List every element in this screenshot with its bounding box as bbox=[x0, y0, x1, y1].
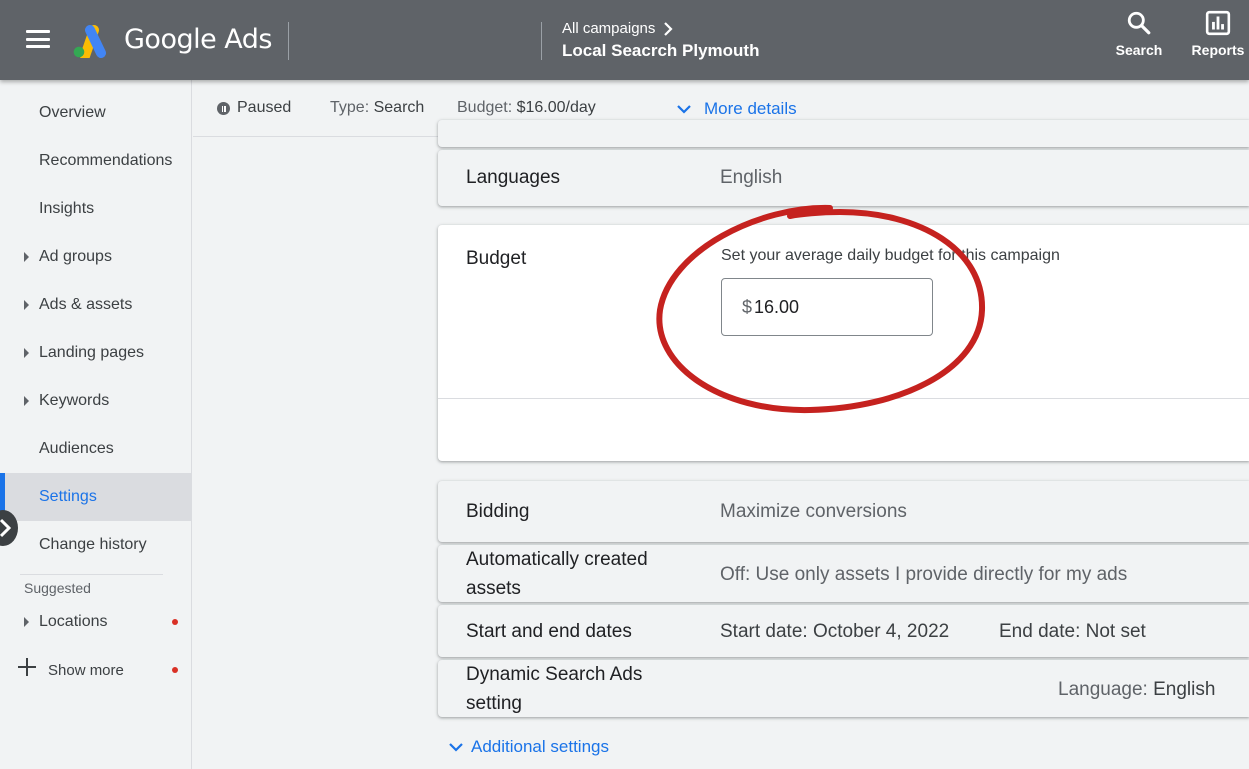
suggested-heading: Suggested bbox=[24, 580, 91, 596]
reports-button-label: Reports bbox=[1191, 42, 1245, 58]
chevron-right-icon bbox=[0, 518, 11, 538]
sidebar-item-insights[interactable]: Insights bbox=[0, 185, 192, 233]
caret-right-icon[interactable] bbox=[24, 300, 29, 310]
sidebar-divider bbox=[20, 574, 163, 575]
additional-settings-label: Additional settings bbox=[471, 737, 609, 756]
currency-symbol: $ bbox=[742, 296, 753, 317]
campaign-name[interactable]: Local Seacrch Plymouth bbox=[562, 41, 759, 61]
paused-icon bbox=[217, 102, 230, 115]
caret-right-icon[interactable] bbox=[24, 396, 29, 406]
auto-assets-title-line2: assets bbox=[466, 578, 521, 599]
sidebar-item-label: Recommendations bbox=[39, 152, 173, 169]
start-end-dates-setting[interactable]: Start and end dates Start date: October … bbox=[438, 605, 1249, 657]
more-details-label: More details bbox=[704, 99, 797, 118]
sidebar-item-recommendations[interactable]: Recommendations bbox=[0, 137, 192, 185]
sidebar-item-audiences[interactable]: Audiences bbox=[0, 425, 192, 473]
caret-right-icon[interactable] bbox=[24, 252, 29, 262]
sidebar-item-overview[interactable]: Overview bbox=[0, 89, 192, 137]
dsa-language-label: Language: bbox=[1058, 679, 1148, 700]
budget-value: $16.00/day bbox=[516, 99, 596, 116]
sidebar-item-settings[interactable]: Settings bbox=[0, 473, 192, 521]
auto-assets-title-line1: Automatically created bbox=[466, 549, 648, 570]
dsa-title-line1: Dynamic Search Ads bbox=[466, 664, 643, 685]
bidding-title: Bidding bbox=[466, 501, 530, 522]
budget-amount-input[interactable]: $ 16.00 bbox=[721, 278, 933, 336]
menu-icon[interactable] bbox=[26, 30, 50, 48]
google-ads-logo[interactable] bbox=[72, 24, 110, 58]
chevron-right-icon bbox=[664, 21, 673, 36]
campaign-budget[interactable]: Budget: $16.00/day bbox=[457, 99, 596, 117]
languages-setting[interactable]: Languages English bbox=[438, 150, 1249, 206]
end-date: End date: Not set bbox=[999, 621, 1146, 642]
auto-assets-value: Off: Use only assets I provide directly … bbox=[720, 564, 1128, 585]
show-more-label: Show more bbox=[48, 661, 124, 679]
languages-title: Languages bbox=[466, 167, 561, 188]
breadcrumb-all-campaigns[interactable]: All campaigns bbox=[562, 20, 655, 37]
sidebar-item-label: Keywords bbox=[39, 392, 110, 409]
sidebar-item-label: Landing pages bbox=[39, 344, 144, 361]
bidding-value: Maximize conversions bbox=[720, 501, 907, 522]
reports-button[interactable]: Reports bbox=[1182, 10, 1249, 58]
sidebar-item-landing-pages[interactable]: Landing pages bbox=[0, 329, 192, 377]
budget-help-text: Set your average daily budget for this c… bbox=[721, 247, 1060, 264]
sidebar-item-label: Insights bbox=[39, 200, 95, 217]
sidebar-item-locations[interactable]: Locations bbox=[0, 598, 192, 646]
sidebar-item-change-history[interactable]: Change history bbox=[0, 521, 192, 569]
breadcrumb[interactable]: All campaigns bbox=[562, 20, 673, 37]
header-divider bbox=[288, 22, 289, 60]
chevron-down-icon bbox=[677, 104, 691, 114]
more-details-button[interactable]: More details bbox=[677, 99, 797, 119]
sidebar-item-label: Locations bbox=[39, 613, 108, 630]
auto-assets-setting[interactable]: Automatically created assets Off: Use on… bbox=[438, 545, 1249, 602]
campaign-status[interactable]: Paused bbox=[237, 99, 291, 117]
caret-right-icon[interactable] bbox=[24, 348, 29, 358]
search-icon bbox=[1127, 11, 1151, 35]
budget-title: Budget bbox=[466, 248, 527, 269]
languages-value: English bbox=[720, 167, 783, 188]
type-label: Type: bbox=[330, 99, 370, 116]
budget-divider bbox=[438, 398, 1249, 399]
search-button[interactable]: Search bbox=[1103, 10, 1175, 58]
dsa-language: Language: English bbox=[1058, 679, 1215, 701]
sidebar-item-label: Change history bbox=[39, 536, 147, 553]
sidebar-item-label: Overview bbox=[39, 104, 106, 121]
sidebar-item-ads-assets[interactable]: Ads & assets bbox=[0, 281, 192, 329]
dsa-title-line2: setting bbox=[466, 693, 522, 714]
campaign-type: Type: Search bbox=[330, 99, 424, 117]
sidebar-item-ad-groups[interactable]: Ad groups bbox=[0, 233, 192, 281]
reports-icon bbox=[1205, 10, 1231, 36]
sidebar-nav: Overview Recommendations Insights Ad gro… bbox=[0, 80, 192, 769]
header-divider bbox=[541, 22, 542, 60]
dates-title: Start and end dates bbox=[466, 621, 632, 642]
bidding-setting[interactable]: Bidding Maximize conversions bbox=[438, 481, 1249, 542]
settings-card-partial bbox=[438, 120, 1249, 147]
dynamic-search-ads-setting[interactable]: Dynamic Search Ads setting Language: Eng… bbox=[438, 660, 1249, 717]
budget-setting: Budget Set your average daily budget for… bbox=[438, 225, 1249, 461]
brand-name: Google Ads bbox=[124, 24, 273, 55]
sidebar-item-label: Settings bbox=[39, 488, 97, 505]
sidebar-item-label: Ad groups bbox=[39, 248, 112, 265]
type-value: Search bbox=[373, 99, 425, 116]
notification-dot bbox=[172, 619, 178, 625]
top-app-bar: Google Ads All campaigns Local Seacrch P… bbox=[0, 0, 1249, 80]
sidebar-item-keywords[interactable]: Keywords bbox=[0, 377, 192, 425]
budget-label: Budget: bbox=[457, 99, 513, 116]
chevron-down-icon bbox=[449, 742, 463, 752]
notification-dot bbox=[172, 667, 178, 673]
dsa-language-value: English bbox=[1153, 679, 1216, 700]
search-button-label: Search bbox=[1115, 42, 1163, 58]
show-more-button[interactable]: Show more bbox=[0, 646, 192, 694]
sidebar-item-label: Audiences bbox=[39, 440, 114, 457]
budget-amount: 16.00 bbox=[754, 296, 800, 317]
start-date: Start date: October 4, 2022 bbox=[720, 621, 950, 642]
sidebar-item-label: Ads & assets bbox=[39, 296, 133, 313]
additional-settings-button[interactable]: Additional settings bbox=[449, 737, 609, 757]
caret-right-icon[interactable] bbox=[24, 617, 29, 627]
